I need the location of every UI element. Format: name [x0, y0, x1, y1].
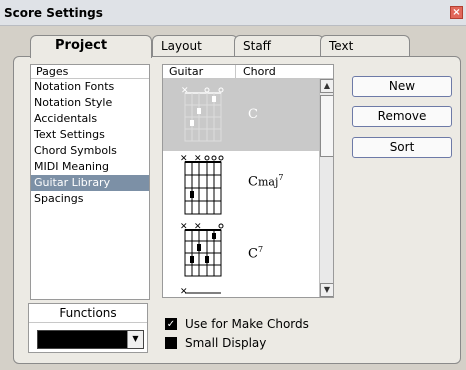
chevron-down-icon[interactable]: ▼ [127, 331, 143, 348]
functions-label: Functions [29, 304, 147, 323]
col-divider [235, 65, 236, 78]
chord-row-cmaj7[interactable]: ✕ ✕ Cmaj7 [163, 151, 319, 223]
chord-diagram-c7: ✕ ✕ ✕ [180, 222, 224, 297]
svg-text:✕: ✕ [180, 287, 188, 297]
library-header: Guitar Chord [163, 65, 333, 79]
page-item-notation-style[interactable]: Notation Style [31, 95, 149, 111]
tab-layout[interactable]: Layout [152, 35, 238, 57]
page-item-notation-fonts[interactable]: Notation Fonts [31, 79, 149, 95]
pages-list: Pages Notation Fonts Notation Style Acci… [30, 64, 150, 300]
functions-group: Functions ▼ [28, 303, 148, 353]
close-icon[interactable]: × [450, 6, 463, 19]
use-for-make-chords-checkbox[interactable]: ✓ [165, 318, 177, 330]
window-title: Score Settings [4, 6, 103, 20]
chord-row-c7[interactable]: ✕ ✕ ✕ C7 [163, 221, 319, 297]
page-item-guitar-library[interactable]: Guitar Library [31, 175, 149, 191]
scrollbar-thumb[interactable] [320, 95, 333, 157]
tab-text[interactable]: Text [320, 35, 410, 57]
page-item-text-settings[interactable]: Text Settings [31, 127, 149, 143]
tab-project[interactable]: Project [30, 35, 152, 58]
page-item-accidentals[interactable]: Accidentals [31, 111, 149, 127]
pages-header: Pages [31, 65, 149, 79]
page-item-chord-symbols[interactable]: Chord Symbols [31, 143, 149, 159]
arrow-up-icon[interactable]: ▲ [320, 79, 333, 93]
small-display-checkbox[interactable] [165, 337, 177, 349]
sort-button[interactable]: Sort [352, 137, 452, 158]
chord-row-c[interactable]: ✕ C [163, 79, 319, 151]
chord-diagram-c: ✕ [181, 86, 224, 142]
chord-name-cmaj7: Cmaj7 [248, 173, 284, 190]
library-scrollbar[interactable]: ▲ ▼ [319, 79, 333, 297]
page-item-midi-meaning[interactable]: MIDI Meaning [31, 159, 149, 175]
small-display-label: Small Display [185, 336, 267, 350]
remove-button[interactable]: Remove [352, 106, 452, 127]
new-button[interactable]: New [352, 76, 452, 97]
col-guitar-header: Guitar [169, 65, 204, 78]
use-for-make-chords-label: Use for Make Chords [185, 317, 309, 331]
chord-name-c7: C7 [248, 245, 264, 262]
chord-name-c: C [248, 107, 258, 122]
guitar-library-list: Guitar Chord ✕ C ✕ ✕ Cmaj7 ✕ ✕ ✕ C7 ▲ ▼ [162, 64, 334, 298]
tab-staff[interactable]: Staff [234, 35, 324, 57]
page-item-spacings[interactable]: Spacings [31, 191, 149, 207]
arrow-down-icon[interactable]: ▼ [320, 283, 333, 297]
chord-diagram-cmaj7: ✕ ✕ [180, 154, 224, 215]
functions-dropdown[interactable]: ▼ [37, 330, 144, 349]
col-chord-header: Chord [243, 65, 276, 78]
